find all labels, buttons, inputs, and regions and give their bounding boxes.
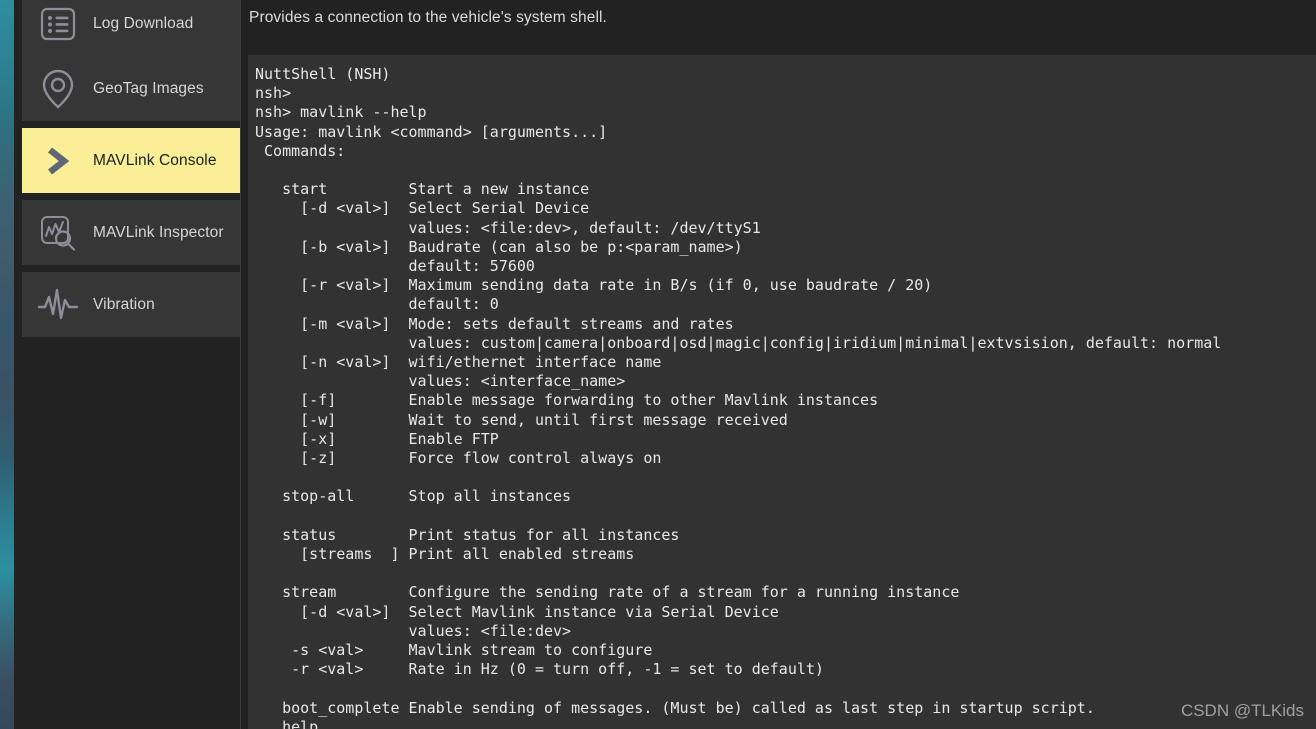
console-output: NuttShell (NSH) nsh> nsh> mavlink --help… [255, 65, 1222, 729]
log-list-icon [32, 0, 84, 56]
app-background-strip [0, 0, 14, 729]
sidebar-item-label: Log Download [93, 14, 194, 32]
sidebar-item-label: Vibration [93, 295, 155, 313]
map-pin-icon [32, 56, 84, 121]
sidebar-item-label: GeoTag Images [93, 79, 204, 97]
waveform-icon [32, 272, 84, 337]
sidebar-item-log-download[interactable]: Log Download [22, 0, 242, 56]
sidebar-item-mavlink-inspector[interactable]: MAVLink Inspector [22, 200, 242, 265]
mavlink-console-window: Log Download GeoTag Images MAVLink Conso… [0, 0, 1316, 729]
sidebar-item-vibration[interactable]: Vibration [22, 272, 242, 337]
chevron-right-icon [32, 128, 84, 193]
chart-magnifier-icon [32, 200, 84, 265]
page-description: Provides a connection to the vehicle's s… [249, 9, 607, 26]
sidebar-item-label: MAVLink Inspector [93, 223, 224, 241]
sidebar: Log Download GeoTag Images MAVLink Conso… [14, 0, 242, 729]
sidebar-item-mavlink-console[interactable]: MAVLink Console [22, 128, 242, 193]
console-panel[interactable]: NuttShell (NSH) nsh> nsh> mavlink --help… [248, 55, 1316, 729]
main-content: Provides a connection to the vehicle's s… [241, 0, 1316, 729]
sidebar-item-label: MAVLink Console [93, 151, 217, 169]
sidebar-item-geotag-images[interactable]: GeoTag Images [22, 56, 242, 121]
